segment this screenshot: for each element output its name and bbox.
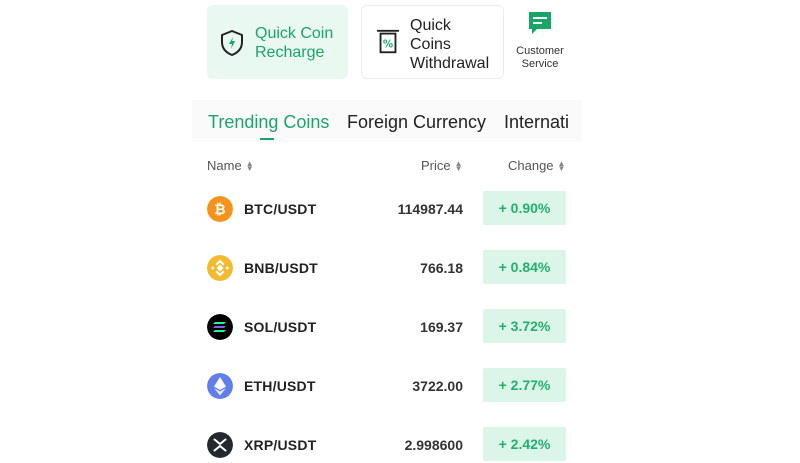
quick-coin-recharge-label: Quick Coin Recharge	[255, 25, 334, 61]
pair-label: ETH/USDT	[244, 378, 316, 394]
active-tab-indicator	[260, 138, 274, 140]
sort-icon: ▲ ▼	[245, 158, 254, 173]
customer-service-button[interactable]: Customer Service	[512, 10, 568, 71]
change-badge: + 2.42%	[483, 427, 566, 461]
table-row[interactable]: ETH/USDT 3722.00 + 2.77%	[192, 368, 582, 404]
change-column-header[interactable]: Change ▲ ▼	[508, 158, 565, 173]
table-row[interactable]: SOL/USDT 169.37 + 3.72%	[192, 309, 582, 345]
sort-icon: ▲ ▼	[557, 158, 566, 173]
price-column-header[interactable]: Price ▲ ▼	[421, 158, 463, 173]
quick-coin-recharge-button[interactable]: Quick Coin Recharge	[207, 5, 348, 79]
price-value: 3722.00	[412, 378, 463, 394]
price-value: 2.998600	[404, 437, 463, 453]
svg-text:%: %	[383, 39, 393, 51]
table-row[interactable]: XRP/USDT 2.998600 + 2.42%	[192, 427, 582, 463]
price-value: 114987.44	[397, 201, 463, 217]
price-column-label: Price	[421, 158, 451, 173]
price-value: 169.37	[420, 319, 463, 335]
name-column-header[interactable]: Name ▲ ▼	[207, 158, 254, 173]
xrp-icon	[207, 432, 233, 458]
price-value: 766.18	[420, 260, 463, 276]
quick-coins-withdrawal-label: Quick Coins Withdrawal	[410, 17, 490, 72]
change-badge: + 3.72%	[483, 309, 566, 343]
svg-text:₿: ₿	[214, 202, 225, 218]
receipt-percent-icon: %	[376, 29, 400, 54]
change-column-label: Change	[508, 158, 554, 173]
pair-label: XRP/USDT	[244, 437, 317, 453]
quick-coins-withdrawal-button[interactable]: % Quick Coins Withdrawal	[361, 5, 504, 79]
shield-bolt-icon	[221, 30, 243, 56]
table-row[interactable]: BNB/USDT 766.18 + 0.84%	[192, 250, 582, 286]
change-badge: + 0.90%	[483, 191, 566, 225]
pair-label: SOL/USDT	[244, 319, 317, 335]
solana-icon	[207, 314, 233, 340]
chat-bubble-icon	[529, 12, 551, 34]
name-column-label: Name	[207, 158, 242, 173]
tab-trending-coins[interactable]: Trending Coins	[208, 112, 329, 133]
sort-icon: ▲ ▼	[454, 158, 463, 173]
tab-international[interactable]: Internati	[504, 112, 569, 133]
tab-foreign-currency[interactable]: Foreign Currency	[347, 112, 486, 133]
market-tabs: Trending Coins Foreign Currency Internat…	[192, 100, 582, 142]
change-badge: + 0.84%	[483, 250, 566, 284]
change-badge: + 2.77%	[483, 368, 566, 402]
bnb-icon	[207, 255, 233, 281]
bitcoin-icon: ₿	[207, 196, 233, 222]
pair-label: BNB/USDT	[244, 260, 318, 276]
ethereum-icon	[207, 373, 233, 399]
pair-label: BTC/USDT	[244, 201, 317, 217]
customer-service-label: Customer Service	[516, 45, 564, 70]
table-row[interactable]: ₿ BTC/USDT 114987.44 + 0.90%	[192, 191, 582, 227]
